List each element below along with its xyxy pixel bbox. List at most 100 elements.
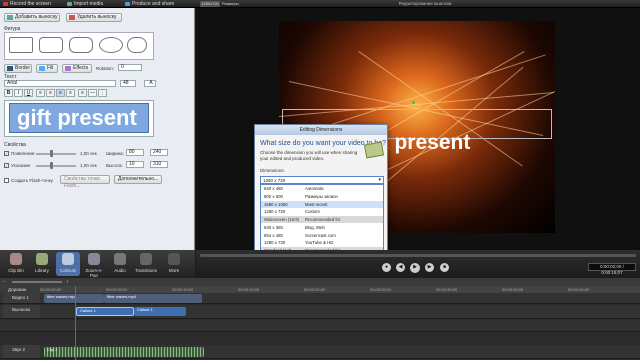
align-justify-icon[interactable]: ≡ [66,89,75,97]
dimension-option[interactable]: 1680 x 1050 Most recent [261,200,383,208]
rotate-handle[interactable] [412,101,415,104]
dimension-size: 1680 x 1050 [264,201,288,207]
shape-rect[interactable] [9,37,33,53]
underline-button[interactable]: U [24,89,33,97]
width-value-field[interactable]: 240 [150,149,168,156]
library-icon [36,253,48,265]
zoom-select[interactable]: 1280x720 [200,1,220,7]
record-screen-button[interactable]: Record the screen [2,1,64,7]
fill-label: Fill [47,65,54,71]
tool-zoom-pan[interactable]: Zoom-n-Pan [82,252,106,278]
dimension-option[interactable]: 1280 x 720 YouTube & HD [261,239,383,246]
rotation-field[interactable]: 0 [118,64,142,71]
tool-transitions[interactable]: Transitions [134,252,158,276]
fade-out-checkbox[interactable]: ✓ [4,163,9,168]
font-select[interactable]: Arial [4,80,116,87]
dimension-description: YouTube & HD [305,240,334,246]
align-left-icon[interactable]: ≡ [36,89,45,97]
bold-button[interactable]: B [4,89,13,97]
scrub-bar[interactable] [200,254,636,257]
fade-in-slider[interactable] [36,150,76,157]
track-label: Выноски [3,305,40,318]
timeline-ruler[interactable]: 00:00:00;00 00:00:05;00 00:00:10;00 00:00:1… [40,286,640,293]
fade-out-slider[interactable] [36,162,76,169]
border-button[interactable]: Border [4,64,32,73]
record-icon [3,2,8,6]
add-callout-button[interactable]: Добавить выноску [4,13,60,22]
remove-callout-button[interactable]: Удалить выноску [66,13,122,22]
next-icon[interactable]: ▶ [425,263,434,272]
track-callouts: Выноски Callout 1 Callout 1 [0,305,640,319]
flash-checkbox[interactable] [4,178,9,183]
height-field[interactable]: 10 [126,161,144,168]
tool-audio[interactable]: Audio [108,252,132,276]
fade-in-checkbox[interactable]: ✓ [4,151,9,156]
width-label: Ширина: [106,151,124,156]
zoom-out-icon[interactable]: − [3,278,6,286]
clip-audio[interactable]: Clip 1 [44,347,204,357]
import-media-button[interactable]: Import media [66,1,122,7]
play-button[interactable]: ▶ [410,263,420,273]
dimension-option[interactable]: 854 x 480 Screencast.com [261,232,383,239]
track-video-1: Видео 1 fiber waves.mp4 fiber waves.mp4 [0,293,640,304]
height-value-field[interactable]: 310 [150,161,168,168]
delete-icon [69,15,75,20]
fullscreen-icon[interactable]: ■ [440,263,449,272]
advanced-button[interactable]: Дополнительно... [114,175,162,184]
dimensions-select[interactable]: 1280 x 720 ▾ [260,176,384,184]
tool-callouts[interactable]: Callouts [56,252,80,276]
clip-callout-2[interactable]: Callout 1 [134,307,186,316]
dimension-group-header: Widescreen (16:9) Recommended for [261,216,383,223]
flash-props-button[interactable]: Свойства точки Flash... [60,175,110,189]
playhead[interactable] [75,286,76,360]
shape-rounded[interactable] [39,37,63,53]
valign-icon[interactable]: ≡ [78,89,87,97]
ruler-tick: 00:00:05;00 [106,287,128,292]
timeline-zoom-slider[interactable] [12,281,62,283]
effects-label: Effects [73,65,89,71]
shape-thought[interactable] [127,37,147,53]
effects-icon [65,66,71,71]
dimension-option[interactable]: 1280 x 720 Custom [261,208,383,215]
tool-library[interactable]: Library [30,252,54,276]
ruler-tick: 00:00:35;00 [502,287,524,292]
dimension-option[interactable]: 800 x 600 Размеры записи [261,193,383,200]
prev-icon[interactable]: ◀ [396,263,405,272]
zoom-in-icon[interactable]: + [66,278,69,286]
fill-button[interactable]: Fill [36,64,58,73]
fade-in-slider-handle[interactable] [50,150,53,157]
height-label: Высота: [106,163,123,168]
dimension-option[interactable]: 640 x 480 Automatic [261,185,383,192]
text-color-button[interactable]: A [144,80,156,87]
clip-callout-1[interactable]: Callout 1 [76,307,134,316]
dimension-option[interactable]: 640 x 360 Blog, Web [261,224,383,231]
align-right-icon[interactable]: ≡ [56,89,65,97]
shape-speech[interactable] [69,37,93,53]
transitions-icon [140,253,152,265]
track-empty [0,320,640,332]
tool-callouts-label: Callouts [59,268,77,273]
clip-fiber-2[interactable]: fiber waves.mp4 [104,294,202,303]
tool-clip-bin[interactable]: Clip Bin [4,252,28,276]
track-label: Звук 2 [3,345,40,358]
shape-cloud[interactable] [99,37,123,53]
fade-out-slider-handle[interactable] [50,162,53,169]
align-center-icon[interactable]: ≡ [46,89,55,97]
effects-button[interactable]: Effects [62,64,92,73]
produce-share-button[interactable]: Produce and share [124,1,194,7]
line-icon[interactable]: — [88,89,97,97]
clip-fiber-1[interactable]: fiber waves.mp4 [44,294,104,303]
dimension-description: Screencast.com [305,232,336,238]
properties-group-label: Свойства [4,142,26,148]
record-voice-icon[interactable]: ● [382,263,391,272]
tool-transitions-label: Transitions [135,268,157,273]
italic-button[interactable]: I [14,89,23,97]
spacing-icon[interactable]: ⋮ [98,89,107,97]
font-size-select[interactable]: 48 [120,80,136,87]
callout-text-box[interactable]: gift present [4,100,154,137]
width-field[interactable]: 80 [126,149,144,156]
tool-more[interactable]: More [162,252,186,276]
dimensions-selected-value: 1280 x 720 [263,178,286,183]
sizes-button[interactable]: Размеры [222,1,244,7]
tool-audio-label: Audio [114,268,126,273]
